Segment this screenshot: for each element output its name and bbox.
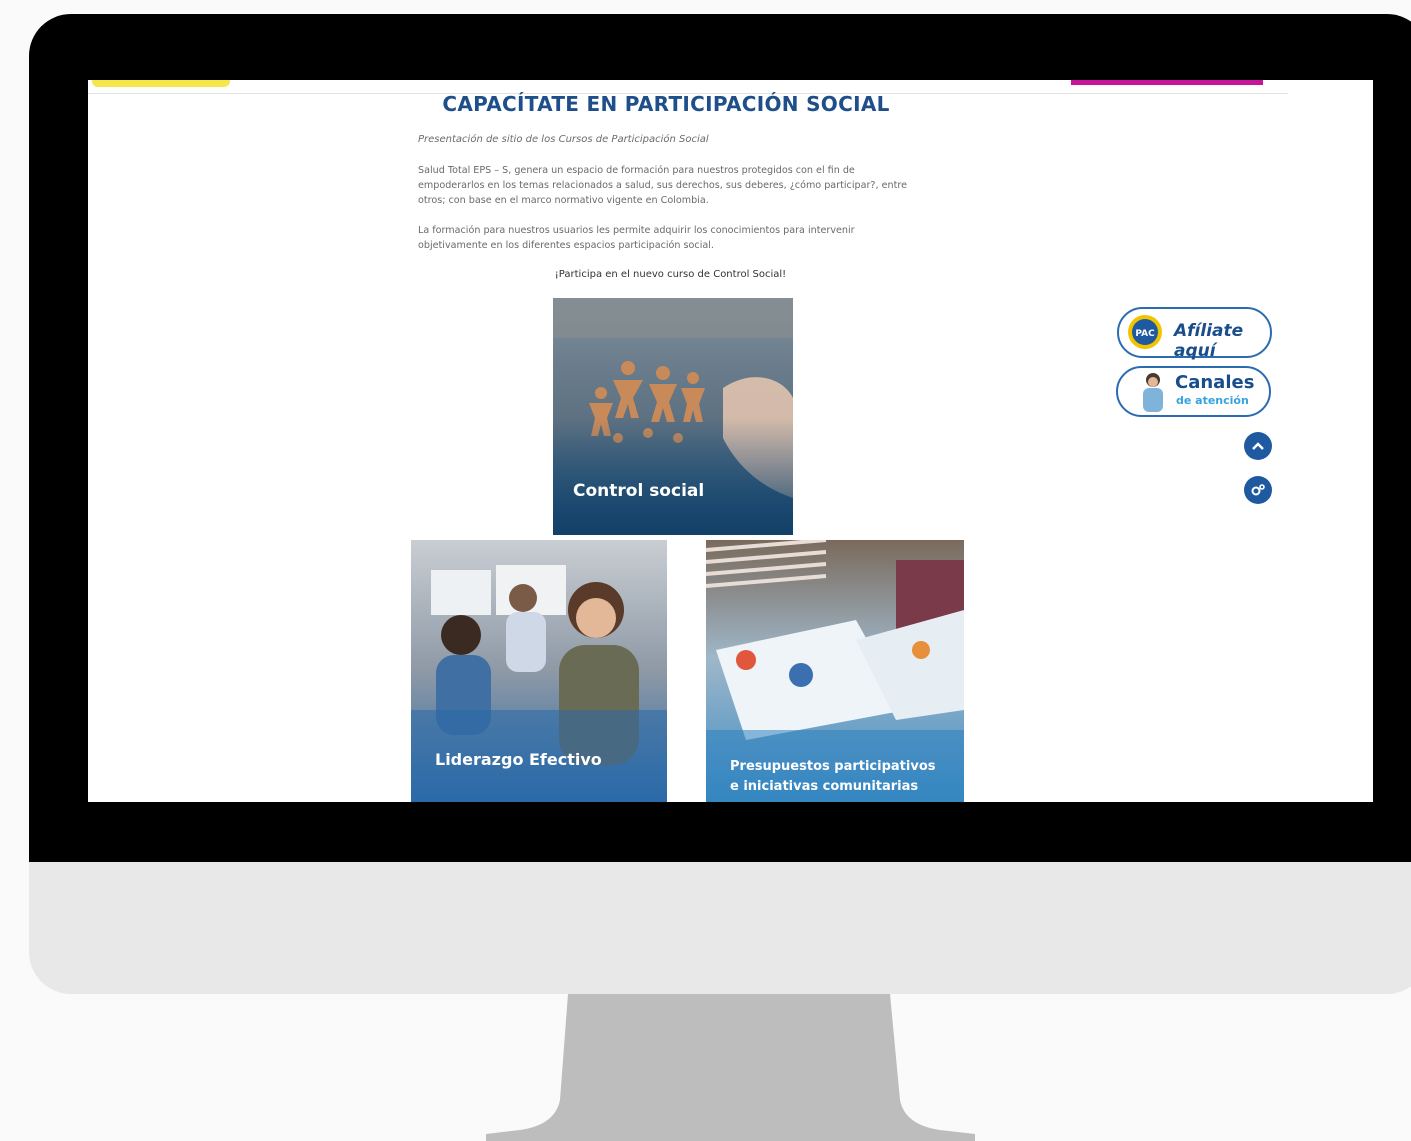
canales-label: Canales (1175, 372, 1255, 393)
page-subtitle: Presentación de sitio de los Cursos de P… (418, 134, 709, 145)
page-title: CAPACÍTATE EN PARTICIPACIÓN SOCIAL (442, 92, 890, 116)
header-magenta-accent (1071, 80, 1263, 85)
accessibility-settings-button[interactable] (1244, 476, 1272, 504)
afiliate-label: Afíliate aquí (1174, 321, 1244, 361)
gear-icon (1251, 484, 1265, 496)
browser-viewport: CAPACÍTATE EN PARTICIPACIÓN SOCIAL Prese… (88, 80, 1373, 802)
course-label-control-social: Control social (573, 481, 704, 501)
pac-logo-icon: PAC (1128, 315, 1162, 349)
cta-text: ¡Participa en el nuevo curso de Control … (554, 269, 787, 280)
canales-sublabel: de atención (1176, 394, 1249, 407)
course-label-presupuestos-line1: Presupuestos participativos (730, 759, 936, 774)
liderazgo-image: Liderazgo Efectivo (411, 540, 667, 802)
course-card-control-social[interactable]: Control social (553, 298, 793, 535)
presupuestos-image: Presupuestos participativos e iniciativa… (706, 540, 964, 802)
svg-text:PAC: PAC (1135, 329, 1155, 339)
monitor-bezel: CAPACÍTATE EN PARTICIPACIÓN SOCIAL Prese… (29, 14, 1411, 862)
intro-paragraph: Salud Total EPS – S, genera un espacio d… (418, 165, 907, 206)
course-card-liderazgo[interactable]: Liderazgo Efectivo (411, 540, 667, 802)
scroll-top-button[interactable] (1244, 432, 1272, 460)
chevron-up-icon (1252, 442, 1264, 450)
canales-atencion-button[interactable]: Canales de atención (1116, 366, 1271, 417)
header-yellow-accent (92, 80, 230, 87)
control-social-image: Control social (553, 298, 793, 535)
agent-avatar-icon (1143, 373, 1163, 412)
monitor-frame: CAPACÍTATE EN PARTICIPACIÓN SOCIAL Prese… (29, 14, 1411, 994)
course-label-presupuestos-line2: e iniciativas comunitarias (730, 779, 918, 794)
course-card-presupuestos[interactable]: Presupuestos participativos e iniciativa… (706, 540, 964, 802)
benefit-paragraph: La formación para nuestros usuarios les … (418, 225, 855, 251)
course-label-liderazgo: Liderazgo Efectivo (435, 750, 602, 769)
afiliate-button[interactable]: PAC Afíliate aquí (1117, 307, 1272, 361)
